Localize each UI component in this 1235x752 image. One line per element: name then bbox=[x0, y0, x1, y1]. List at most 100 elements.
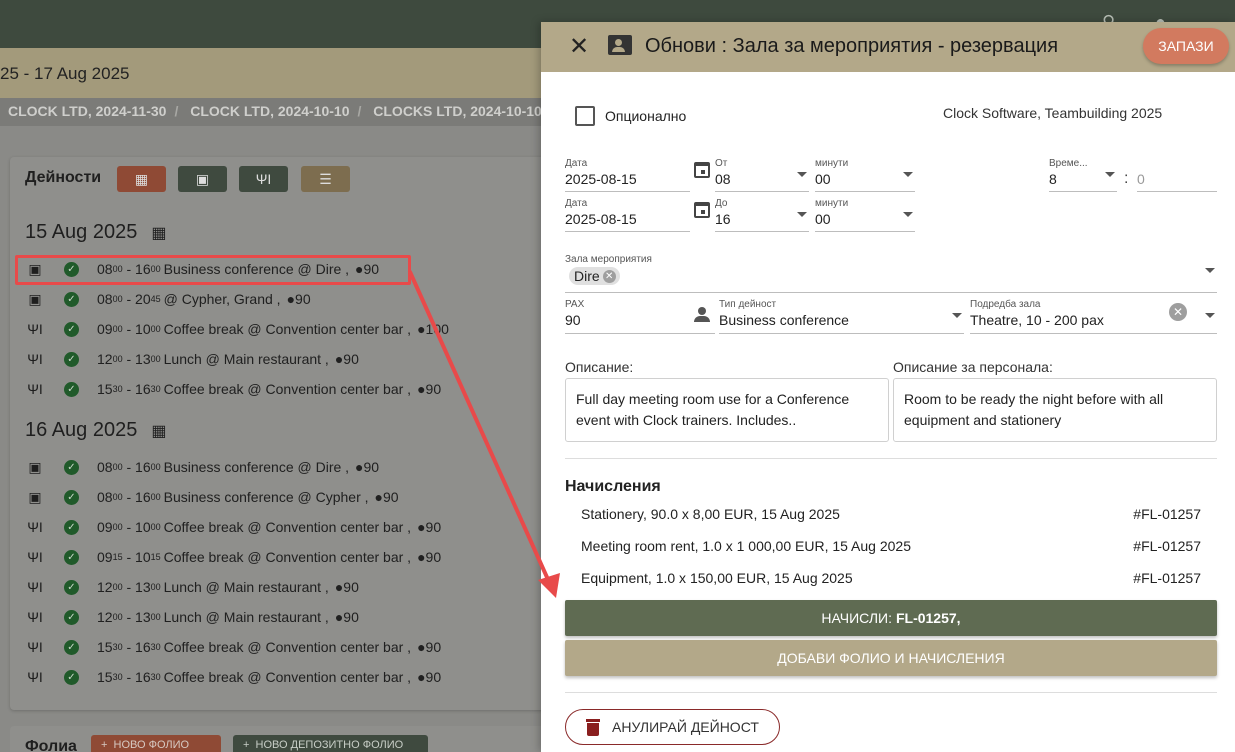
activity-end-minutes: 00 bbox=[150, 492, 161, 502]
activity-row[interactable]: ΨI ✓ 12 00 - 13 00 Lunch @ Main restaurant , ●… bbox=[24, 604, 544, 630]
check-circle-icon: ✓ bbox=[64, 579, 79, 595]
activity-pax: 90 bbox=[425, 381, 442, 397]
activity-type-select[interactable]: Тип дейност Business conference bbox=[719, 299, 964, 334]
charge-text: Stationery, 90.0 x 8,00 EUR, 15 Aug 2025 bbox=[581, 506, 840, 522]
check-circle-icon: ✓ bbox=[64, 639, 79, 655]
restaurant-filter-button[interactable]: ΨI bbox=[239, 166, 288, 192]
person-icon: ● bbox=[374, 489, 383, 505]
field-value: Theatre, 10 - 200 pax bbox=[970, 312, 1104, 328]
activity-row[interactable]: ▣ ✓ 08 00 - 20 45 @ Cypher, Grand , ● 90 bbox=[24, 286, 544, 312]
end-minutes-select[interactable]: минути 00 bbox=[815, 198, 915, 232]
field-value: 90 bbox=[565, 312, 581, 328]
activity-row[interactable]: ΨI ✓ 15 30 - 16 30 Coffee break @ Convention … bbox=[24, 634, 544, 660]
cancel-activity-button[interactable]: АНУЛИРАЙ ДЕЙНОСТ bbox=[565, 709, 780, 745]
person-icon: ● bbox=[334, 579, 344, 595]
optional-label: Опционално bbox=[605, 108, 687, 124]
calendar-icon[interactable] bbox=[694, 202, 710, 218]
description-textarea[interactable]: Full day meeting room use for a Conferen… bbox=[565, 378, 889, 442]
contact-icon: ▣ bbox=[195, 170, 210, 187]
chevron-down-icon bbox=[952, 313, 962, 318]
calendar-icon: ▦ bbox=[134, 170, 149, 187]
activity-row[interactable]: ΨI ✓ 12 00 - 13 00 Lunch @ Main restaurant , ●… bbox=[24, 346, 544, 372]
charge-row[interactable]: Meeting room rent, 1.0 x 1 000,00 EUR, 1… bbox=[581, 538, 1201, 558]
charge-button[interactable]: НАЧИСЛИ: FL-01257, bbox=[565, 600, 1217, 636]
activity-start-hour: 08 bbox=[97, 489, 113, 505]
charge-row[interactable]: Equipment, 1.0 x 150,00 EUR, 15 Aug 2025… bbox=[581, 570, 1201, 590]
folia-card: Фолиа + НОВО ФОЛИО + НОВО ДЕПОЗИТНО ФОЛИ… bbox=[10, 726, 570, 752]
activity-row[interactable]: ΨI ✓ 09 00 - 10 00 Coffee break @ Convention … bbox=[24, 514, 544, 540]
activity-text: Coffee break @ Convention center bar , bbox=[163, 381, 412, 397]
check-circle-icon: ✓ bbox=[64, 489, 79, 505]
staff-description-textarea[interactable]: Room to be ready the night before with a… bbox=[893, 378, 1217, 442]
start-date-field[interactable]: Дата 2025-08-15 bbox=[565, 158, 690, 192]
charge-row[interactable]: Stationery, 90.0 x 8,00 EUR, 15 Aug 2025… bbox=[581, 506, 1201, 526]
activity-end-minutes: 15 bbox=[150, 552, 161, 562]
activity-pax: 90 bbox=[425, 669, 442, 685]
breadcrumb-item[interactable]: CLOCKS LTD, 2024-10-10 bbox=[373, 103, 542, 119]
activity-row[interactable]: ΨI ✓ 09 00 - 10 00 Coffee break @ Convention … bbox=[24, 316, 544, 342]
restaurant-icon: ΨI bbox=[27, 669, 43, 685]
calendar-icon[interactable]: ▦ bbox=[151, 421, 166, 441]
time-dash: - bbox=[122, 579, 136, 595]
activity-text: Coffee break @ Convention center bar , bbox=[163, 519, 412, 535]
event-hall-select[interactable]: Зала мероприятия bbox=[565, 254, 1217, 293]
calendar-icon[interactable] bbox=[694, 162, 710, 178]
field-label: PAX bbox=[565, 299, 585, 310]
reservation-dialog: ✕ Обнови : Зала за мероприятия - резерва… bbox=[541, 22, 1235, 752]
save-button[interactable]: ЗАПАЗИ bbox=[1143, 28, 1229, 64]
close-icon[interactable]: ✕ bbox=[569, 32, 589, 61]
start-hour-select[interactable]: От 08 bbox=[715, 158, 809, 192]
hall-chip[interactable]: Dire ✕ bbox=[569, 267, 620, 285]
duration-hours-select[interactable]: Време... 8 bbox=[1049, 158, 1117, 192]
activity-row[interactable]: ▣ ✓ 08 00 - 16 00 Business conference @ Cyphe… bbox=[24, 484, 544, 510]
activity-start-hour: 08 bbox=[97, 459, 113, 475]
time-dash: - bbox=[122, 459, 136, 475]
new-deposit-folio-button[interactable]: + НОВО ДЕПОЗИТНО ФОЛИО bbox=[233, 735, 428, 752]
optional-checkbox[interactable] bbox=[575, 106, 595, 126]
chevron-down-icon bbox=[1205, 313, 1215, 318]
calendar-icon[interactable]: ▦ bbox=[151, 223, 166, 243]
activity-row[interactable]: ΨI ✓ 09 15 - 10 15 Coffee break @ Convention … bbox=[24, 544, 544, 570]
charge-folio: #FL-01257 bbox=[1133, 506, 1201, 522]
end-date-field[interactable]: Дата 2025-08-15 bbox=[565, 198, 690, 232]
add-folio-button[interactable]: ДОБАВИ ФОЛИО И НАЧИСЛЕНИЯ bbox=[565, 640, 1217, 676]
clear-icon[interactable]: ✕ bbox=[1169, 303, 1187, 321]
activity-start-minutes: 00 bbox=[112, 294, 123, 304]
person-icon bbox=[694, 307, 710, 323]
charge-button-folio: FL-01257, bbox=[895, 610, 961, 626]
end-hour-select[interactable]: До 16 bbox=[715, 198, 809, 232]
activity-row[interactable]: ▣ ✓ 08 00 - 16 00 Business conference @ Dire … bbox=[24, 454, 544, 480]
contact-filter-button[interactable]: ▣ bbox=[178, 166, 227, 192]
activity-end-hour: 13 bbox=[135, 351, 151, 367]
activity-start-hour: 09 bbox=[97, 549, 113, 565]
activity-row[interactable]: ΨI ✓ 12 00 - 13 00 Lunch @ Main restaurant , ●… bbox=[24, 574, 544, 600]
activity-text: Lunch @ Main restaurant , bbox=[163, 609, 329, 625]
time-dash: - bbox=[122, 351, 136, 367]
checklist-filter-button[interactable]: ☰ bbox=[301, 166, 350, 192]
time-dash: - bbox=[122, 489, 136, 505]
activity-end-hour: 16 bbox=[135, 489, 151, 505]
breadcrumb-item[interactable]: CLOCK LTD, 2024-10-10 bbox=[190, 103, 349, 119]
close-icon[interactable]: ✕ bbox=[602, 269, 616, 283]
breadcrumb-item[interactable]: CLOCK LTD, 2024-11-30 bbox=[8, 103, 166, 119]
divider bbox=[565, 458, 1217, 459]
charge-folio: #FL-01257 bbox=[1133, 538, 1201, 554]
field-value: 16 bbox=[715, 211, 731, 227]
person-icon: ● bbox=[417, 669, 426, 685]
charge-button-prefix: НАЧИСЛИ: bbox=[821, 610, 892, 626]
activity-text: Coffee break @ Convention center bar , bbox=[163, 639, 412, 655]
start-minutes-select[interactable]: минути 00 bbox=[815, 158, 915, 192]
activity-text: Coffee break @ Convention center bar , bbox=[163, 669, 412, 685]
activity-row[interactable]: ΨI ✓ 15 30 - 16 30 Coffee break @ Convention … bbox=[24, 664, 544, 690]
activity-row[interactable]: ΨI ✓ 15 30 - 16 30 Coffee break @ Convention … bbox=[24, 376, 544, 402]
pax-field[interactable]: PAX 90 bbox=[565, 299, 715, 334]
calendar-filter-button[interactable]: ▦ bbox=[117, 166, 166, 192]
time-separator: : bbox=[1124, 170, 1129, 187]
time-dash: - bbox=[122, 291, 136, 307]
new-folio-button[interactable]: + НОВО ФОЛИО bbox=[91, 735, 221, 752]
duration-minutes-input[interactable]: 0 bbox=[1137, 158, 1217, 192]
field-label: Зала мероприятия bbox=[565, 254, 652, 265]
time-dash: - bbox=[122, 669, 136, 685]
charges-title: Начисления bbox=[565, 478, 661, 495]
activity-start-minutes: 30 bbox=[112, 672, 123, 682]
